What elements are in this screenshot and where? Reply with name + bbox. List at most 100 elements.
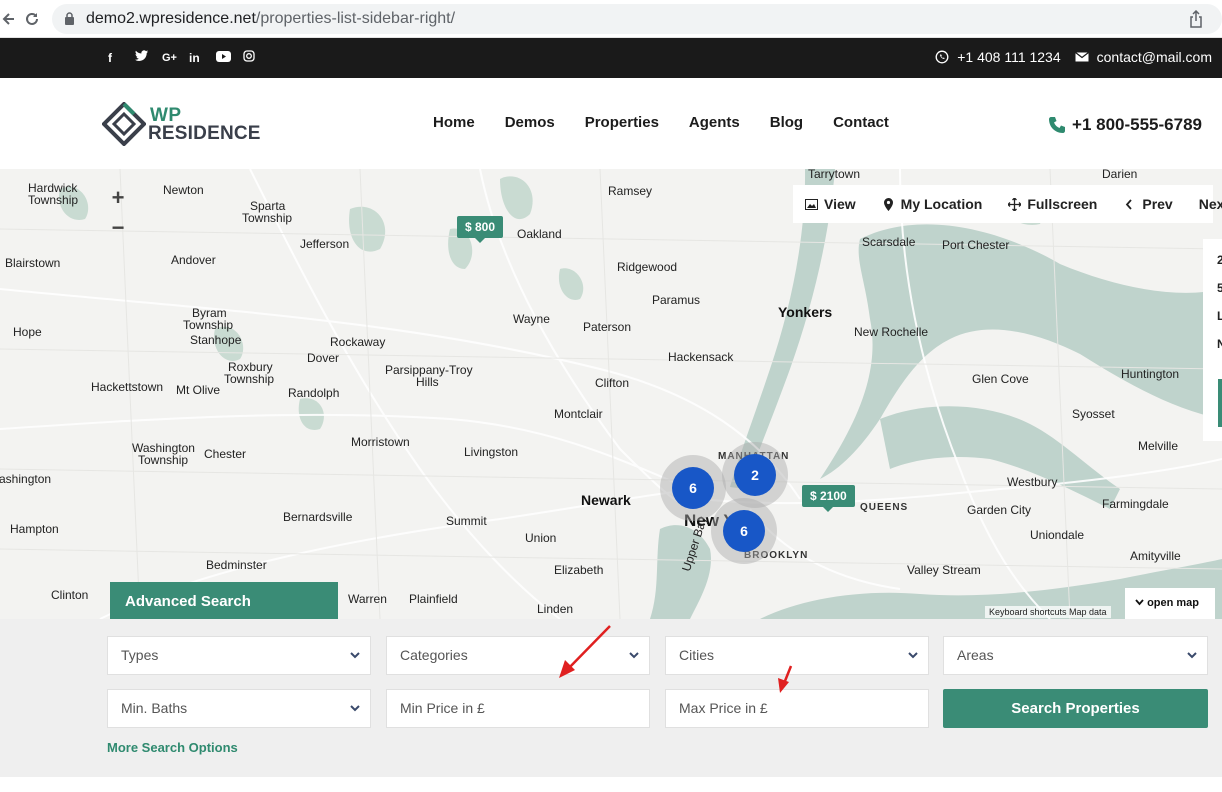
search-properties-button[interactable]: Search Properties [943,689,1208,728]
back-arrow-icon[interactable] [0,9,20,29]
place-label: Uniondale [1030,528,1085,542]
place-label: Dover [307,351,340,365]
place-label: Clinton [51,588,89,602]
place-label: Ramsey [608,184,653,198]
linkedin-icon[interactable]: in [189,50,216,66]
place-label: Amityville [1130,549,1181,563]
move-arrows-icon [1008,197,1022,211]
zoom-out-button[interactable]: − [103,213,133,243]
address-bar[interactable]: demo2.wpresidence.net/properties-list-si… [52,4,1222,34]
share-icon[interactable] [1188,10,1204,28]
annotation-arrow [778,665,793,693]
place-label: Scarsdale [862,235,916,249]
areas-label: Areas [957,647,994,663]
place-label: Elizabeth [554,563,604,577]
marker-cluster[interactable]: 2 [734,454,776,496]
min-baths-select[interactable]: Min. Baths [107,689,371,728]
types-select[interactable]: Types [107,636,371,675]
reload-icon[interactable] [22,9,42,29]
place-label: Township [138,453,189,467]
twitter-icon[interactable] [135,50,162,66]
header-phone-text: +1 800-555-6789 [1072,115,1202,134]
place-label: Newark [581,492,631,508]
more-search-options-link[interactable]: More Search Options [107,740,238,755]
place-label: Randolph [288,386,340,400]
place-label: Hope [13,325,42,339]
place-label: New Rochelle [854,325,929,339]
property-map[interactable]: Tarrytown Darien Hardwick Township Newto… [0,169,1222,619]
topbar-phone[interactable]: +1 408 111 1234 [957,49,1060,65]
google-plus-icon[interactable]: G+ [162,50,189,66]
cities-label: Cities [679,647,715,663]
map-view-button[interactable]: View [805,196,856,212]
youtube-icon[interactable] [216,50,243,66]
place-label: Tarrytown [808,169,861,181]
cities-select[interactable]: Cities [665,636,929,675]
place-label: Township [224,372,275,386]
menu-blog[interactable]: Blog [770,114,803,131]
chevron-down-icon [350,705,360,712]
instagram-icon[interactable] [243,50,270,66]
menu-agents[interactable]: Agents [689,114,740,131]
chevron-down-icon [908,652,918,659]
place-label: Newton [163,183,204,197]
price-pin[interactable]: $ 800 [457,216,504,243]
areas-select[interactable]: Areas [943,636,1208,675]
next-button[interactable]: Next [1199,196,1222,212]
price-pin[interactable]: $ 2100 [802,485,855,512]
topbar-email[interactable]: contact@mail.com [1097,49,1212,65]
types-label: Types [121,647,159,663]
marker-cluster[interactable]: 6 [672,467,714,509]
categories-label: Categories [400,647,468,663]
place-label: Farmingdale [1102,497,1169,511]
place-label: Syosset [1072,407,1115,421]
chevron-left-icon [1126,198,1133,210]
place-label: Morristown [351,435,410,449]
social-links: f G+ in [108,50,270,66]
menu-properties[interactable]: Properties [585,114,659,131]
phone-icon [1049,117,1066,133]
menu-contact[interactable]: Contact [833,114,889,131]
place-label: Township [183,318,234,332]
fullscreen-button[interactable]: Fullscreen [1008,196,1097,212]
my-location-button[interactable]: My Location [882,196,982,212]
place-label: Bedminster [206,558,267,572]
listing-card-button[interactable] [1218,379,1222,427]
place-label: Andover [171,253,216,267]
place-label: Montclair [554,407,603,421]
listing-card-peek[interactable]: 2 5 L N [1203,239,1222,441]
lock-icon [65,12,74,25]
whatsapp-icon [935,50,949,64]
map-attribution[interactable]: Keyboard shortcuts Map data [985,606,1111,618]
place-label: Hackettstown [91,380,164,394]
top-bar: f G+ in +1 408 111 1234 contact@mail.com [0,38,1222,78]
site-logo[interactable]: WP RESIDENCE [102,102,260,146]
marker-cluster[interactable]: 6 [723,510,765,552]
prev-button[interactable]: Prev [1123,196,1173,212]
max-price-input[interactable]: Max Price in £ [665,689,929,728]
place-label: Melville [1138,439,1179,453]
zoom-in-button[interactable]: + [103,183,133,213]
place-label: Blairstown [5,256,61,270]
place-label: Hampton [10,522,59,536]
menu-home[interactable]: Home [433,114,475,131]
place-label: Stanhope [190,333,242,347]
place-label: Oakland [517,227,562,241]
main-menu: Home Demos Properties Agents Blog Contac… [433,114,919,131]
advanced-search-tab[interactable]: Advanced Search [110,582,338,621]
open-map-button[interactable]: open map [1125,588,1215,619]
max-price-placeholder: Max Price in £ [679,700,768,716]
min-price-input[interactable]: Min Price in £ [386,689,650,728]
min-price-placeholder: Min Price in £ [400,700,485,716]
menu-demos[interactable]: Demos [505,114,555,131]
facebook-icon[interactable]: f [108,50,135,66]
place-label: Valley Stream [907,563,981,577]
place-label: Township [242,211,293,225]
place-label: Bernardsville [283,510,353,524]
place-label: Warren [348,592,387,606]
map-zoom-controls: + − [103,183,133,245]
place-label: Clifton [595,376,630,390]
chevron-down-icon [350,652,360,659]
place-label: Livingston [464,445,519,459]
header-phone[interactable]: +1 800-555-6789 [1048,115,1202,135]
